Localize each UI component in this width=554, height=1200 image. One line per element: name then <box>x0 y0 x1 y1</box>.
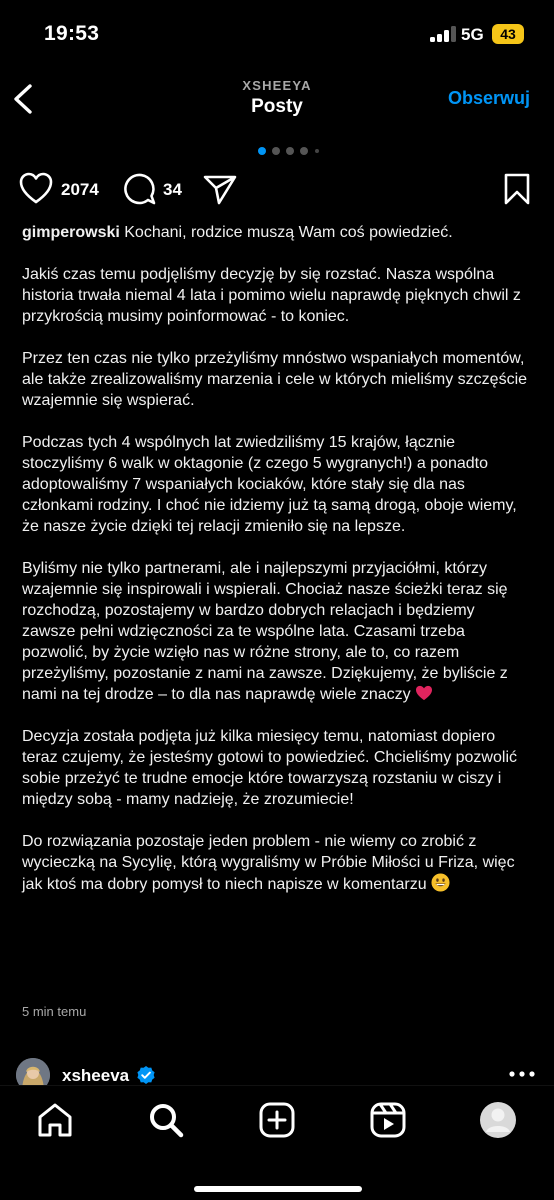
post-caption: gimperowski Kochani, rodzice muszą Wam c… <box>22 222 532 916</box>
more-icon[interactable] <box>508 1070 536 1078</box>
reels-icon[interactable] <box>368 1100 408 1140</box>
carousel-dot <box>258 147 266 155</box>
paper-plane-icon[interactable] <box>202 170 238 208</box>
home-indicator <box>194 1186 362 1192</box>
like-count[interactable]: 2074 <box>61 180 99 200</box>
status-bar: 19:53 5G 43 <box>0 0 554 70</box>
bookmark-icon[interactable] <box>502 170 532 208</box>
header: XSHEEYA Posty Obserwuj <box>0 70 554 140</box>
home-icon[interactable] <box>35 1100 75 1140</box>
caption-paragraph: Decyzja została podjęta już kilka miesię… <box>22 728 517 808</box>
caption-paragraph: Jakiś czas temu podjęliśmy decyzję by si… <box>22 266 521 325</box>
caption-paragraph: gimperowski Kochani, rodzice muszą Wam c… <box>22 222 532 243</box>
carousel-dot <box>286 147 294 155</box>
create-icon[interactable] <box>257 1100 297 1140</box>
carousel-dot <box>315 149 319 153</box>
verified-badge-icon <box>137 1066 155 1084</box>
battery-icon: 43 <box>492 24 524 44</box>
caption-username[interactable]: gimperowski <box>22 224 120 241</box>
follow-button[interactable]: Obserwuj <box>448 88 530 109</box>
caption-paragraph: Podczas tych 4 wspólnych lat zwiedziliśm… <box>22 434 517 535</box>
network-type: 5G <box>461 25 484 44</box>
caption-paragraph-text: Byliśmy nie tylko partnerami, ale i najl… <box>22 560 508 703</box>
bottom-tab-bar <box>0 1085 554 1200</box>
next-post-username[interactable]: xsheeva <box>62 1066 129 1086</box>
caption-first-line: Kochani, rodzice muszą Wam coś powiedzie… <box>119 224 453 241</box>
caption-paragraph: Przez ten czas nie tylko przeżyliśmy mnó… <box>22 350 528 409</box>
comment-icon[interactable] <box>121 170 157 208</box>
heart-icon[interactable] <box>18 170 54 208</box>
post-actions: 2074 34 <box>0 170 554 210</box>
red-heart-emoji <box>416 685 433 701</box>
carousel-dot <box>300 147 308 155</box>
carousel-dot <box>272 147 280 155</box>
signal-icon <box>430 26 456 42</box>
caption-paragraph: Do rozwiązania pozostaje jeden problem -… <box>22 831 532 895</box>
comment-count[interactable]: 34 <box>163 180 182 200</box>
caption-paragraph: Byliśmy nie tylko partnerami, ale i najl… <box>22 558 532 705</box>
post-timestamp: 5 min temu <box>22 1004 87 1019</box>
profile-icon[interactable] <box>478 1100 518 1140</box>
grinning-face-emoji <box>431 873 450 892</box>
status-time: 19:53 <box>44 22 100 45</box>
search-icon[interactable] <box>146 1100 186 1140</box>
